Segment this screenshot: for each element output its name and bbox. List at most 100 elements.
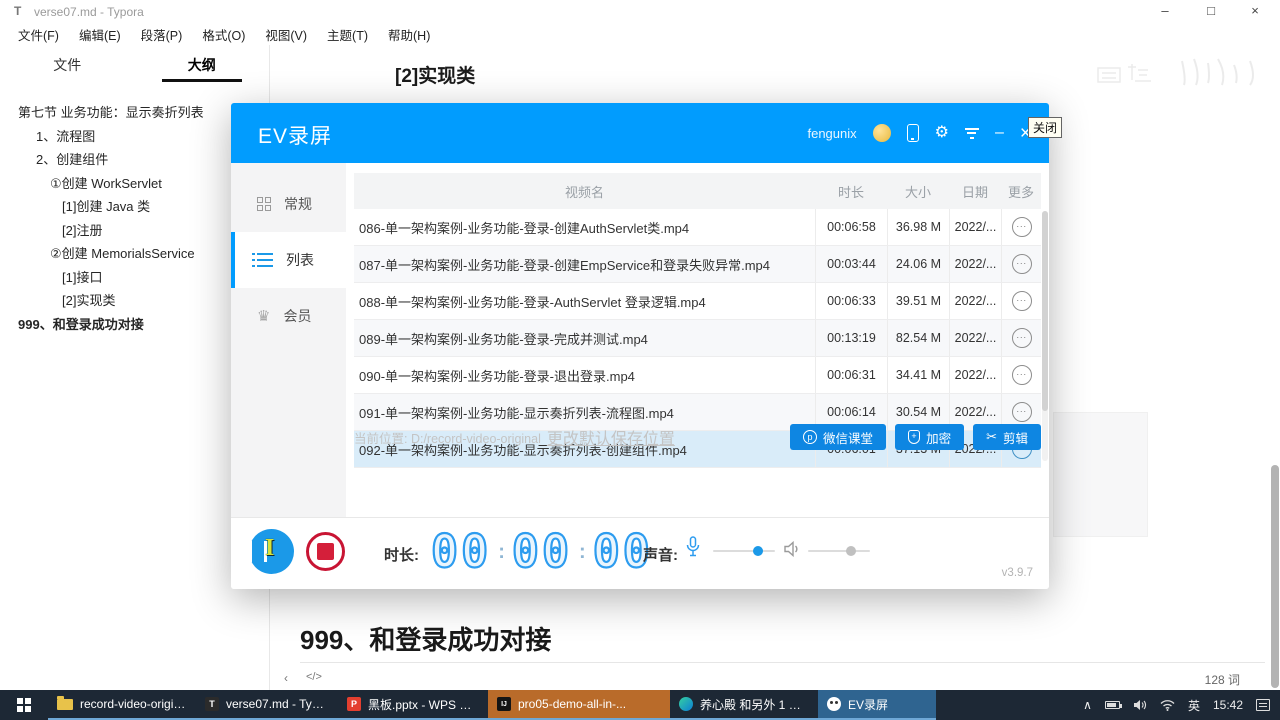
ev-titlebar[interactable]: EV录屏 fengunix ⚙ – ×: [231, 103, 1049, 163]
settings-gear-icon[interactable]: ⚙: [935, 125, 949, 141]
microphone-icon[interactable]: [686, 536, 700, 558]
table-row[interactable]: 086-单一架构案例-业务功能-登录-创建AuthServlet类.mp4 00…: [354, 209, 1041, 246]
text-cursor: I: [265, 535, 275, 561]
document-scrollbar[interactable]: [1271, 465, 1279, 688]
speaker-icon[interactable]: [783, 541, 801, 557]
outline-item[interactable]: [2]实现类: [0, 289, 269, 313]
tray-speaker-icon[interactable]: [1133, 699, 1147, 711]
taskbar-item-edge[interactable]: 养心殿 和另外 1 个页...: [670, 690, 818, 720]
change-location-link[interactable]: 更改默认保存位置: [547, 425, 675, 449]
window-maximize-button[interactable]: □: [1196, 2, 1226, 20]
table-row[interactable]: 088-单一架构案例-业务功能-登录-AuthServlet 登录逻辑.mp4 …: [354, 283, 1041, 320]
menu-theme[interactable]: 主题(T): [317, 22, 378, 43]
ime-indicator[interactable]: 英: [1188, 697, 1200, 714]
tray-expand-icon[interactable]: ∧: [1083, 698, 1092, 712]
outline-item[interactable]: 2、创建组件: [0, 148, 269, 172]
video-size: 36.98 M: [887, 209, 949, 245]
sidebar-toggle-icon[interactable]: ‹: [284, 671, 288, 685]
table-row[interactable]: 090-单一架构案例-业务功能-登录-退出登录.mp4 00:06:31 34.…: [354, 357, 1041, 394]
menu-help[interactable]: 帮助(H): [378, 22, 440, 43]
taskbar-item-explorer[interactable]: record-video-origin...: [48, 690, 196, 720]
task-label: pro05-demo-all-in-...: [518, 697, 627, 711]
filter-icon[interactable]: [964, 127, 979, 139]
task-label: 黑板.pptx - WPS Off...: [368, 697, 479, 712]
button-label: 微信课堂: [823, 431, 874, 446]
dialog-minimize-button[interactable]: –: [995, 125, 1004, 141]
action-center-icon[interactable]: [1256, 699, 1270, 711]
outline-item[interactable]: ②创建 MemorialsService: [0, 242, 269, 266]
col-date[interactable]: 日期: [949, 173, 1001, 209]
outline-item[interactable]: 第七节 业务功能：显示奏折列表: [0, 101, 269, 125]
col-size[interactable]: 大小: [887, 173, 949, 209]
taskbar-item-wps[interactable]: P 黑板.pptx - WPS Off...: [338, 690, 488, 720]
more-button[interactable]: ···: [1011, 291, 1032, 311]
clock[interactable]: 15:42: [1213, 698, 1243, 712]
recording-timer: 00 : 00 : 00: [430, 525, 653, 578]
start-button[interactable]: [0, 690, 48, 720]
outline-item[interactable]: 1、流程图: [0, 125, 269, 149]
table-row[interactable]: 087-单一架构案例-业务功能-登录-创建EmpService和登录失败异常.m…: [354, 246, 1041, 283]
mobile-icon[interactable]: [906, 124, 919, 142]
battery-icon[interactable]: [1104, 701, 1122, 709]
username[interactable]: fengunix: [807, 126, 856, 141]
document-block-placeholder: [1053, 412, 1148, 537]
video-size: 24.06 M: [887, 246, 949, 282]
mic-volume-slider[interactable]: [713, 546, 775, 556]
timer-minutes: 00: [511, 525, 573, 578]
menu-edit[interactable]: 编辑(E): [69, 22, 131, 43]
video-date: 2022/...: [949, 283, 1001, 319]
col-more[interactable]: 更多: [1001, 173, 1041, 209]
menu-file[interactable]: 文件(F): [8, 22, 69, 43]
slider-knob[interactable]: [753, 546, 763, 556]
outline-item[interactable]: [2]注册: [0, 219, 269, 243]
col-video-name[interactable]: 视频名: [354, 173, 815, 209]
source-code-mode-icon[interactable]: </>: [306, 671, 322, 683]
nav-label: 常规: [284, 196, 312, 212]
tab-outline[interactable]: 大纲: [135, 45, 270, 79]
more-button[interactable]: ···: [1011, 365, 1032, 385]
record-button[interactable]: I: [249, 529, 294, 574]
video-name: 088-单一架构案例-业务功能-登录-AuthServlet 登录逻辑.mp4: [359, 294, 706, 310]
wechat-classroom-button[interactable]: p 微信课堂: [790, 424, 887, 450]
window-close-button[interactable]: ×: [1240, 2, 1270, 20]
taskbar-item-idea[interactable]: IJ pro05-demo-all-in-...: [488, 690, 670, 720]
clip-button[interactable]: ✂ 剪辑: [973, 424, 1041, 450]
speaker-volume-slider[interactable]: [808, 546, 870, 556]
avatar[interactable]: [872, 124, 891, 142]
table-row[interactable]: 089-单一架构案例-业务功能-登录-完成并测试.mp4 00:13:19 82…: [354, 320, 1041, 357]
nav-list[interactable]: 列表: [231, 232, 346, 288]
nav-general[interactable]: 常规: [231, 176, 346, 232]
ev-recorder-window: EV录屏 fengunix ⚙ – × 关闭 常规 列表 ♛ 会员 视频名 时长…: [231, 103, 1063, 589]
typora-window-title: verse07.md - Typora: [34, 5, 144, 19]
button-label: 剪辑: [1002, 431, 1028, 446]
menu-format[interactable]: 格式(O): [192, 22, 255, 43]
video-name: 087-单一架构案例-业务功能-登录-创建EmpService和登录失败异常.m…: [359, 257, 770, 273]
outline-item[interactable]: [1]创建 Java 类: [0, 195, 269, 219]
list-scrollbar[interactable]: [1042, 211, 1048, 461]
taskbar-item-ev[interactable]: EV录屏: [818, 690, 936, 720]
col-duration[interactable]: 时长: [815, 173, 887, 209]
stop-button[interactable]: [306, 532, 345, 571]
menu-paragraph[interactable]: 段落(P): [131, 22, 193, 43]
windows-logo-icon: [17, 698, 31, 712]
edge-browser-icon: [679, 697, 693, 711]
menu-view[interactable]: 视图(V): [255, 22, 317, 43]
taskbar-item-typora[interactable]: T verse07.md - Typora: [196, 690, 338, 720]
ev-logo-icon: [827, 697, 841, 711]
video-size: 82.54 M: [887, 320, 949, 356]
outline-item[interactable]: ①创建 WorkServlet: [0, 172, 269, 196]
tab-files[interactable]: 文件: [0, 45, 135, 79]
task-label: record-video-origin...: [80, 697, 187, 711]
nav-vip[interactable]: ♛ 会员: [231, 288, 346, 344]
more-button[interactable]: ···: [1011, 254, 1032, 274]
slider-knob[interactable]: [846, 546, 856, 556]
more-button[interactable]: ···: [1011, 217, 1032, 237]
video-duration: 00:06:33: [815, 283, 887, 319]
outline-item[interactable]: [1]接口: [0, 266, 269, 290]
wifi-icon[interactable]: [1160, 699, 1175, 711]
encrypt-button[interactable]: + 加密: [895, 424, 965, 450]
more-button[interactable]: ···: [1011, 328, 1032, 348]
window-minimize-button[interactable]: –: [1150, 2, 1180, 20]
outline-item[interactable]: 999、和登录成功对接: [0, 313, 269, 337]
system-tray: ∧ 英 15:42: [1083, 690, 1280, 720]
